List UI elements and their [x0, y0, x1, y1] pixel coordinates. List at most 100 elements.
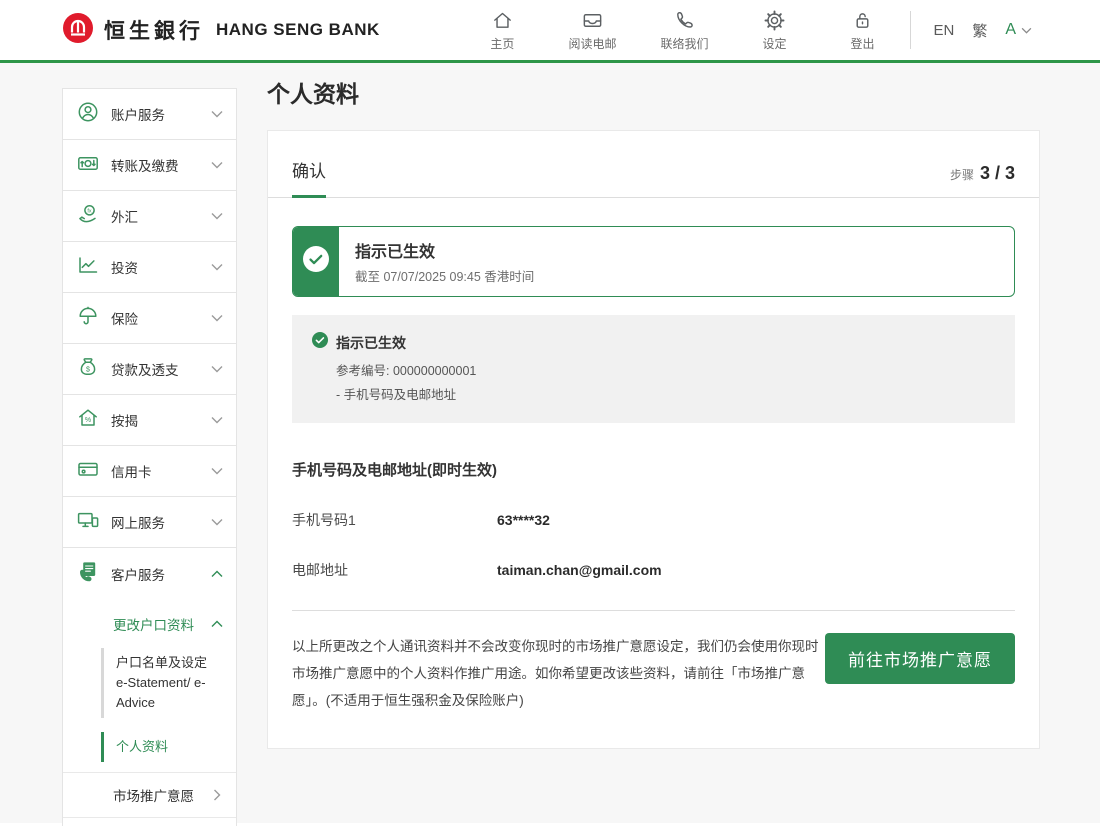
field-value: 63****32	[497, 512, 550, 528]
fx-icon: fx	[76, 202, 100, 231]
phone-icon	[673, 9, 696, 32]
language-switcher: EN 繁 A	[933, 20, 1032, 41]
header-nav: 主页 阅读电邮 联络我们	[480, 9, 884, 52]
divider	[292, 610, 1015, 611]
nav-logout[interactable]: 登出	[840, 9, 884, 52]
chevron-down-icon	[211, 263, 223, 271]
nav-home[interactable]: 主页	[480, 9, 524, 52]
transfer-icon	[76, 151, 100, 180]
chevron-up-icon	[211, 570, 223, 578]
sidebar-item-investments[interactable]: 投资	[63, 242, 236, 293]
sidebar-item-insurance[interactable]: 保险	[63, 293, 236, 344]
main-content: 个人资料 确认 步骤 3 / 3	[267, 75, 1040, 749]
subitem-label: 市场推广意愿	[113, 785, 194, 805]
section-title: 手机号码及电邮地址(即时生效)	[292, 459, 1015, 480]
sidebar-item-loans[interactable]: $ 贷款及透支	[63, 344, 236, 395]
nav-read-mail[interactable]: 阅读电邮	[568, 9, 616, 52]
sidebar-item-label: 信用卡	[111, 461, 152, 481]
check-circle-icon	[303, 246, 329, 277]
subitem-label: 更改户口资料	[113, 614, 194, 634]
svg-text:$: $	[86, 366, 90, 373]
nav-contact-us-label: 联络我们	[660, 35, 708, 52]
reference-number: 参考编号: 000000000001	[336, 360, 995, 379]
nav-home-label: 主页	[490, 35, 514, 52]
tab-confirm: 确认	[292, 157, 326, 198]
lang-en-link[interactable]: EN	[933, 22, 954, 39]
sidebar-item-label: 投资	[111, 257, 138, 277]
success-banner: 指示已生效 截至 07/07/2025 09:45 香港时间	[292, 226, 1015, 297]
step-label: 步骤	[950, 166, 974, 183]
nav-read-mail-label: 阅读电邮	[568, 35, 616, 52]
bank-logo[interactable]: 恒生銀行 HANG SENG BANK	[62, 12, 380, 49]
chevron-right-icon	[213, 789, 221, 801]
check-circle-icon	[312, 332, 328, 353]
chevron-down-icon	[211, 161, 223, 169]
summary-item: - 手机号码及电邮地址	[336, 384, 995, 403]
sidebar-item-label: 网上服务	[111, 512, 165, 532]
investment-icon	[76, 253, 100, 282]
font-size-label: A	[1005, 21, 1016, 39]
sidebar-item-mortgages[interactable]: % 按揭	[63, 395, 236, 446]
lock-icon	[851, 9, 874, 32]
goto-marketing-preference-button[interactable]: 前往市场推广意愿	[825, 633, 1015, 684]
field-email-address: 电邮地址 taiman.chan@gmail.com	[292, 530, 1015, 580]
brand-name-zh: 恒生銀行	[104, 15, 204, 45]
field-label: 电邮地址	[292, 560, 497, 580]
sidebar-item-credit-cards[interactable]: 信用卡	[63, 446, 236, 497]
font-size-selector[interactable]: A	[1005, 21, 1032, 39]
umbrella-icon	[76, 304, 100, 333]
sidebar-item-fx[interactable]: fx 外汇	[63, 191, 236, 242]
mail-icon	[581, 9, 604, 32]
customer-service-icon	[76, 559, 100, 588]
banner-title: 指示已生效	[355, 238, 534, 262]
chevron-up-icon	[211, 620, 223, 628]
subitem-label: 个人资料	[116, 737, 208, 757]
chevron-down-icon	[211, 110, 223, 118]
gear-icon	[763, 9, 786, 32]
sidebar-subitem-personal-info[interactable]: 个人资料	[101, 732, 236, 762]
chevron-down-icon	[211, 518, 223, 526]
sidebar-subitem-change-account-info[interactable]: 更改户口资料	[63, 599, 236, 648]
moneybag-icon: $	[76, 355, 100, 384]
sidebar-item-label: 保险	[111, 308, 138, 328]
home-icon	[491, 9, 514, 32]
header-divider	[910, 11, 911, 49]
sidebar-item-accounts[interactable]: 账户服务	[63, 89, 236, 140]
svg-text:%: %	[85, 417, 91, 424]
banner-subtitle: 截至 07/07/2025 09:45 香港时间	[355, 266, 534, 285]
confirmation-card: 确认 步骤 3 / 3 指示已生效 截至 0	[267, 130, 1040, 749]
devices-icon	[76, 508, 100, 537]
sidebar-item-online-services[interactable]: 网上服务	[63, 497, 236, 548]
sidebar-subitem-register-haro[interactable]: 登记 H A R O	[63, 817, 236, 826]
sidebar: 账户服务 转账及缴费 fx	[62, 88, 237, 826]
nav-settings[interactable]: 设定	[752, 9, 796, 52]
chevron-down-icon	[211, 467, 223, 475]
step-value: 3 / 3	[980, 163, 1015, 184]
svg-text:fx: fx	[87, 208, 91, 214]
sidebar-item-label: 外汇	[111, 206, 138, 226]
sidebar-subitem-estatement[interactable]: 户口名单及设定e-Statement/ e-Advice	[101, 648, 236, 718]
chevron-down-icon	[211, 365, 223, 373]
header: 恒生銀行 HANG SENG BANK 主页 阅读电邮	[0, 0, 1100, 63]
field-value: taiman.chan@gmail.com	[497, 562, 662, 578]
footer-row: 以上所更改之个人通讯资料并不会改变你现时的市场推广意愿设定，我们仍会使用你现时市…	[292, 633, 1015, 714]
sidebar-item-transfers[interactable]: 转账及缴费	[63, 140, 236, 191]
page-body: 账户服务 转账及缴费 fx	[0, 63, 1100, 823]
nav-logout-label: 登出	[850, 35, 874, 52]
chevron-down-icon	[211, 314, 223, 322]
chevron-down-icon	[211, 212, 223, 220]
lang-traditional-link[interactable]: 繁	[972, 20, 987, 41]
page-title: 个人资料	[267, 75, 1040, 109]
sidebar-subitem-marketing-preference[interactable]: 市场推广意愿	[63, 772, 236, 817]
sidebar-item-label: 贷款及透支	[111, 359, 179, 379]
marketing-note: 以上所更改之个人通讯资料并不会改变你现时的市场推广意愿设定，我们仍会使用你现时市…	[292, 633, 825, 714]
user-icon	[76, 100, 100, 129]
sidebar-subsubmenu: 户口名单及设定e-Statement/ e-Advice 个人资料	[63, 648, 236, 772]
summary-title: 指示已生效	[336, 333, 406, 353]
chevron-down-icon	[1021, 21, 1032, 39]
hang-seng-logo-icon	[62, 12, 94, 49]
creditcard-icon	[76, 457, 100, 486]
nav-settings-label: 设定	[762, 35, 786, 52]
sidebar-item-customer-service[interactable]: 客户服务	[63, 548, 236, 599]
nav-contact-us[interactable]: 联络我们	[660, 9, 708, 52]
